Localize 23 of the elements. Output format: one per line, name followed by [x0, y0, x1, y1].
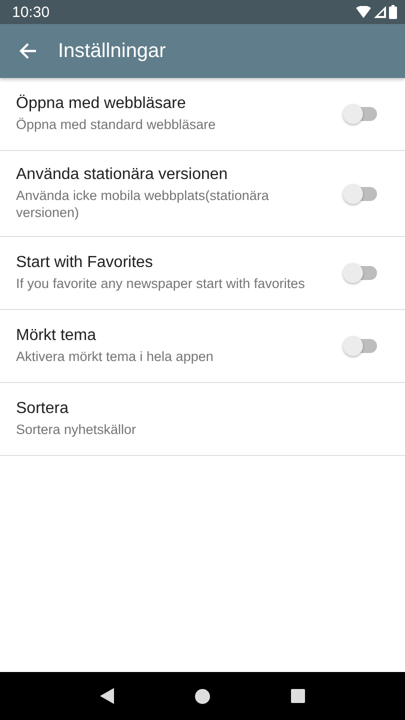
setting-description: Öppna med standard webbläsare	[16, 116, 217, 133]
signal-icon	[374, 6, 386, 18]
setting-title: Start with Favorites	[16, 254, 154, 272]
setting-title: Mörkt tema	[16, 327, 98, 345]
setting-description: If you favorite any newspaper start with favorites	[16, 275, 306, 292]
toggle-switch[interactable]	[343, 104, 379, 124]
back-nav-button[interactable]	[100, 688, 114, 704]
setting-title: Öppna med webbläsare	[16, 95, 187, 113]
toggle-switch[interactable]	[343, 336, 379, 356]
toggle-switch[interactable]	[343, 263, 379, 283]
setting-title: Sortera	[16, 400, 70, 418]
setting-title: Använda stationära versionen	[16, 166, 229, 184]
recents-button[interactable]	[290, 689, 305, 703]
back-button[interactable]	[18, 41, 38, 61]
screen-title: Inställningar	[58, 40, 166, 62]
toggle-switch[interactable]	[343, 184, 379, 204]
wifi-icon	[356, 6, 371, 18]
battery-icon	[389, 5, 397, 19]
setting-description: Använda icke mobila webbplats(stationära versionen)	[16, 187, 270, 221]
status-time: 10:30	[12, 4, 51, 20]
setting-description: Aktivera mörkt tema i hela appen	[16, 348, 214, 365]
setting-description: Sortera nyhetskällor	[16, 421, 138, 438]
home-button[interactable]	[194, 688, 210, 704]
